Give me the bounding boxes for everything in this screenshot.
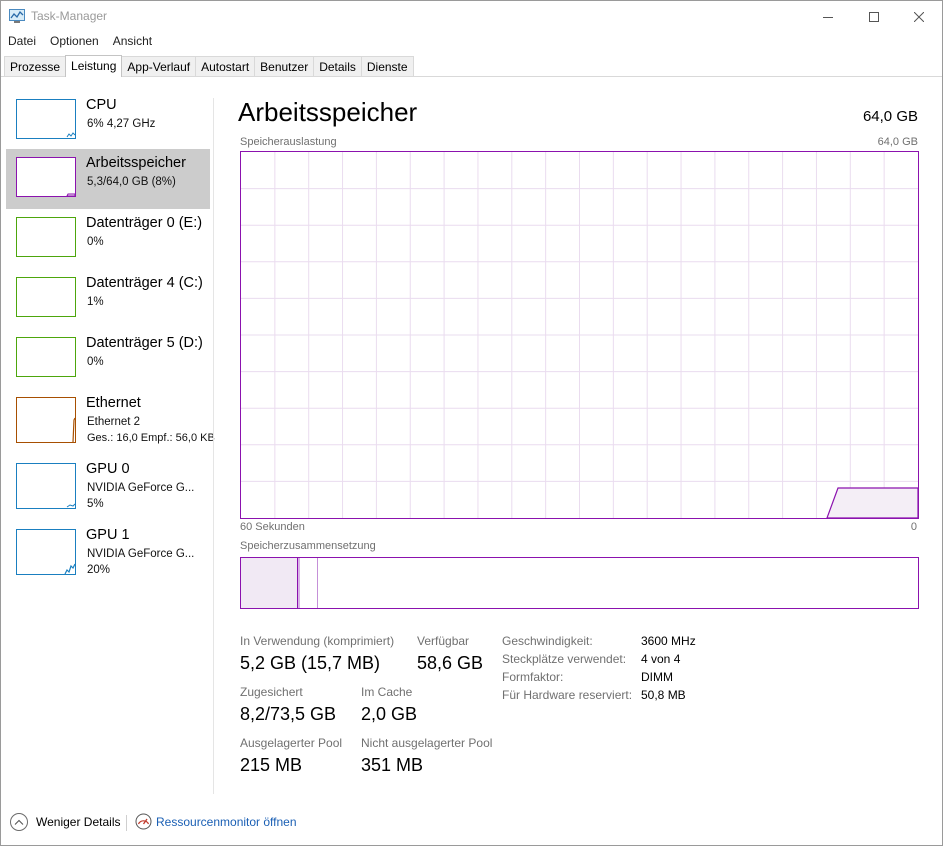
footer-divider: [126, 815, 127, 831]
sidebar-item-detail: NVIDIA GeForce G...: [87, 482, 195, 494]
hardware-reserved-value: 50,8 MB: [641, 688, 686, 702]
sidebar-item-detail: NVIDIA GeForce G...: [87, 548, 195, 560]
sidebar-item-gpu-1[interactable]: GPU 1 NVIDIA GeForce G... 20%: [6, 521, 210, 581]
tab-details[interactable]: Details: [313, 56, 362, 77]
sidebar-item-detail: 0%: [87, 236, 104, 248]
sidebar-item-disk-5[interactable]: Datenträger 5 (D:) 0%: [6, 329, 210, 389]
sidebar-item-memory[interactable]: Arbeitsspeicher 5,3/64,0 GB (8%): [6, 149, 210, 209]
menu-datei[interactable]: Datei: [1, 32, 43, 52]
sidebar-item-ethernet[interactable]: Ethernet Ethernet 2 Ges.: 16,0 Empf.: 56…: [6, 389, 215, 449]
chevron-up-icon[interactable]: [10, 813, 28, 831]
menu-ansicht[interactable]: Ansicht: [106, 32, 159, 52]
tab-bar: Prozesse Leistung App-Verlauf Autostart …: [4, 55, 414, 77]
close-button[interactable]: [896, 1, 942, 32]
nonpaged-pool-value: 351 MB: [361, 755, 424, 775]
form-factor-label: Formfaktor:: [502, 670, 564, 684]
sidebar-item-detail-2: 5%: [87, 498, 104, 510]
tab-leistung[interactable]: Leistung: [65, 55, 123, 77]
gpu-1-thumbnail-graph: [16, 529, 76, 575]
disk-4-thumbnail-graph: [16, 277, 76, 317]
committed-value: 8,2/73,5 GB: [240, 704, 337, 724]
task-manager-window: Task-Manager Datei Optionen Ansicht Proz…: [0, 0, 943, 846]
available-value: 58,6 GB: [417, 653, 484, 673]
sidebar-item-detail: 5,3/64,0 GB (8%): [87, 176, 176, 188]
composition-in-use: [241, 558, 297, 608]
close-icon: [914, 11, 924, 22]
hardware-reserved-label: Für Hardware reserviert:: [502, 688, 633, 702]
gpu-0-thumbnail-graph: [16, 463, 76, 509]
minimize-button[interactable]: [805, 1, 851, 32]
menu-bar: Datei Optionen Ansicht: [1, 32, 159, 52]
title-bar[interactable]: Task-Manager: [1, 1, 942, 32]
in-use-value: 5,2 GB (15,7 MB): [240, 653, 381, 673]
sidebar-item-name: Datenträger 4 (C:): [86, 275, 203, 291]
footer-bar: Weniger Details Ressourcenmonitor öffnen: [1, 806, 942, 838]
sidebar-item-disk-4[interactable]: Datenträger 4 (C:) 1%: [6, 269, 210, 329]
sidebar-item-detail: 6% 4,27 GHz: [87, 118, 156, 130]
sidebar-item-name: Datenträger 5 (D:): [86, 335, 203, 351]
sidebar-item-detail: Ethernet 2: [87, 416, 141, 428]
sidebar-item-gpu-0[interactable]: GPU 0 NVIDIA GeForce G... 5%: [6, 455, 210, 515]
sidebar-item-name: GPU 0: [86, 461, 130, 477]
tab-benutzer[interactable]: Benutzer: [254, 56, 315, 77]
memory-usage-chart: [241, 152, 919, 519]
sidebar-item-detail: 0%: [87, 356, 104, 368]
sidebar-item-detail-2: Ges.: 16,0 Empf.: 56,0 KB: [87, 432, 215, 444]
graph-time-start: 60 Sekunden: [240, 521, 305, 533]
slots-value: 4 von 4: [641, 652, 681, 666]
nonpaged-pool-label: Nicht ausgelagerter Pool: [361, 736, 493, 750]
form-factor-value: DIMM: [641, 670, 673, 684]
sidebar-item-name: GPU 1: [86, 527, 130, 543]
minimize-icon: [823, 16, 833, 18]
memory-thumbnail-graph: [16, 157, 76, 197]
tab-app-verlauf[interactable]: App-Verlauf: [121, 56, 197, 77]
paged-pool-label: Ausgelagerter Pool: [240, 736, 343, 750]
menu-optionen[interactable]: Optionen: [43, 32, 106, 52]
open-resource-monitor-link[interactable]: Ressourcenmonitor öffnen: [156, 815, 297, 829]
tab-prozesse[interactable]: Prozesse: [4, 56, 67, 77]
sidebar-item-detail: 1%: [87, 296, 104, 308]
disk-0-thumbnail-graph: [16, 217, 76, 257]
sidebar-item-name: Ethernet: [86, 395, 141, 411]
fewer-details-button[interactable]: Weniger Details: [36, 815, 120, 829]
paged-pool-value: 215 MB: [240, 755, 303, 775]
speed-label: Geschwindigkeit:: [502, 634, 593, 648]
sidebar-item-cpu[interactable]: CPU 6% 4,27 GHz: [6, 91, 210, 151]
cached-label: Im Cache: [361, 685, 413, 699]
usage-graph-label: Speicherauslastung: [240, 136, 337, 148]
tab-autostart[interactable]: Autostart: [195, 56, 256, 77]
sidebar-divider: [213, 98, 214, 794]
sidebar-item-detail-2: 20%: [87, 564, 111, 576]
sidebar-item-disk-0[interactable]: Datenträger 0 (E:) 0%: [6, 209, 210, 269]
tab-divider: [1, 76, 942, 77]
in-use-label: In Verwendung (komprimiert): [240, 634, 395, 648]
composition-modified: [298, 558, 300, 608]
page-title: Arbeitsspeicher: [238, 97, 418, 127]
disk-5-thumbnail-graph: [16, 337, 76, 377]
speed-value: 3600 MHz: [641, 634, 696, 648]
cpu-thumbnail-graph: [16, 99, 76, 139]
window-title: Task-Manager: [31, 9, 108, 23]
sidebar-item-name: CPU: [86, 97, 117, 113]
memory-total: 64,0 GB: [862, 108, 918, 125]
sidebar-item-name: Arbeitsspeicher: [86, 155, 186, 171]
graph-time-end: 0: [910, 521, 917, 533]
cached-value: 2,0 GB: [361, 704, 418, 724]
maximize-icon: [869, 11, 879, 22]
composition-label: Speicherzusammensetzung: [240, 540, 376, 552]
slots-label: Steckplätze verwendet:: [502, 652, 627, 666]
memory-composition-bar: [240, 557, 919, 609]
tab-dienste[interactable]: Dienste: [360, 56, 414, 77]
committed-label: Zugesichert: [240, 685, 303, 699]
performance-sidebar: CPU 6% 4,27 GHz Arbeitsspeicher 5,3/64,0…: [1, 91, 215, 801]
maximize-button[interactable]: [851, 1, 897, 32]
sidebar-item-name: Datenträger 0 (E:): [86, 215, 203, 231]
task-manager-icon: [9, 9, 25, 23]
ethernet-thumbnail-graph: [16, 397, 76, 443]
memory-usage-series: [826, 487, 919, 519]
usage-graph-max: 64,0 GB: [877, 136, 918, 148]
available-label: Verfügbar: [417, 634, 470, 648]
resource-monitor-icon[interactable]: [135, 813, 152, 830]
memory-usage-graph: [240, 151, 919, 519]
